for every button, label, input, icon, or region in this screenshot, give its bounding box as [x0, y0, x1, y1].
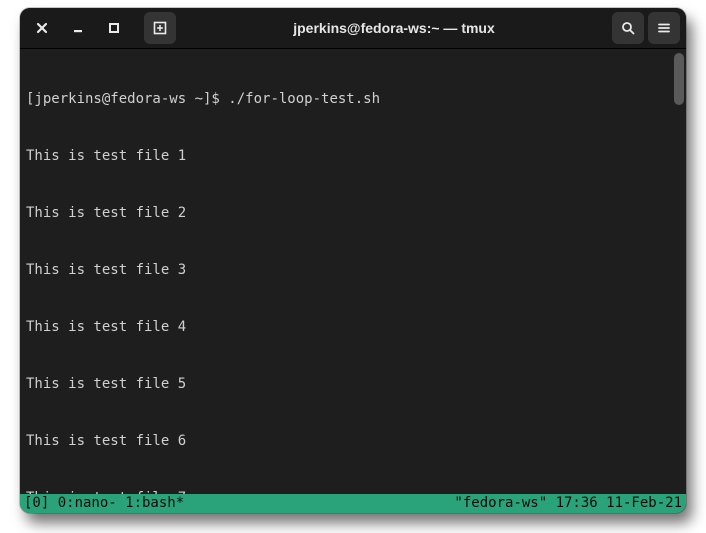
terminal-line: This is test file 3 — [26, 261, 680, 280]
scrollbar-thumb[interactable] — [674, 53, 684, 105]
close-button[interactable] — [26, 12, 58, 44]
shell-prompt: [jperkins@fedora-ws ~]$ — [26, 91, 228, 107]
maximize-icon — [108, 22, 120, 34]
tmux-status-bar: [0] 0:nano- 1:bash* "fedora-ws" 17:36 11… — [20, 494, 686, 513]
maximize-button[interactable] — [98, 12, 130, 44]
search-icon — [621, 21, 635, 35]
new-tab-button[interactable] — [144, 12, 176, 44]
menu-button[interactable] — [648, 12, 680, 44]
terminal-window: jperkins@fedora-ws:~ — tmux [jperkins@fe… — [20, 8, 686, 513]
hamburger-icon — [657, 21, 671, 35]
terminal-line: This is test file 7 — [26, 489, 680, 494]
terminal-line: This is test file 5 — [26, 375, 680, 394]
minimize-button[interactable] — [62, 12, 94, 44]
new-tab-icon — [153, 21, 167, 35]
shell-command: ./for-loop-test.sh — [228, 91, 380, 107]
tmux-status-left: [0] 0:nano- 1:bash* — [24, 494, 454, 513]
minimize-icon — [72, 22, 84, 34]
terminal-viewport[interactable]: [jperkins@fedora-ws ~]$ ./for-loop-test.… — [20, 49, 686, 494]
tmux-status-right: "fedora-ws" 17:36 11-Feb-21 — [454, 494, 682, 513]
titlebar: jperkins@fedora-ws:~ — tmux — [20, 8, 686, 49]
search-button[interactable] — [612, 12, 644, 44]
close-icon — [36, 22, 48, 34]
terminal-line: This is test file 6 — [26, 432, 680, 451]
terminal-line: This is test file 1 — [26, 147, 680, 166]
terminal-line: This is test file 2 — [26, 204, 680, 223]
terminal-line: [jperkins@fedora-ws ~]$ ./for-loop-test.… — [26, 90, 680, 109]
terminal-line: This is test file 4 — [26, 318, 680, 337]
window-title: jperkins@fedora-ws:~ — tmux — [176, 20, 612, 36]
